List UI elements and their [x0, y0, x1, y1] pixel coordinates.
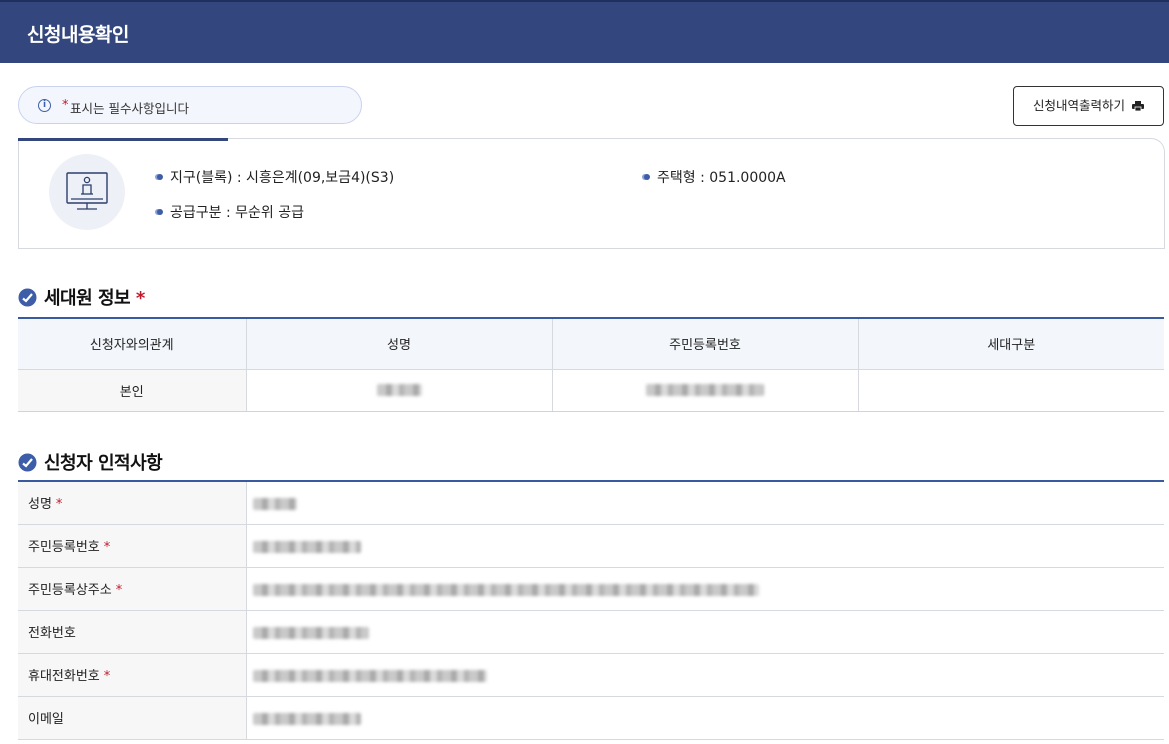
required-notice-text: 표시는 필수사항입니다	[70, 101, 189, 116]
table-row: 성명 *	[18, 481, 1164, 525]
table-row: 전화번호	[18, 610, 1164, 654]
col-name: 성명	[246, 318, 553, 370]
name-label: 성명 *	[18, 481, 247, 525]
phone-label: 전화번호	[18, 610, 247, 654]
mobile-label: 휴대전화번호 *	[18, 653, 247, 697]
table-row: 이메일	[18, 696, 1164, 740]
kiosk-person-icon	[66, 172, 108, 210]
bullet-icon	[157, 174, 163, 180]
printer-icon	[1132, 101, 1144, 111]
rrn-value-redacted	[246, 524, 1164, 568]
rrn-label: 주민등록번호 *	[18, 524, 247, 568]
name-value-redacted	[246, 481, 1164, 525]
bullet-icon	[157, 209, 163, 215]
household-header-row: 신청자와의관계 성명 주민등록번호 세대구분	[18, 318, 1164, 370]
email-value-redacted	[246, 696, 1164, 740]
household-title-text: 세대원 정보	[44, 288, 131, 309]
housing-type-field: 주택형 : 051.0000A	[644, 167, 786, 187]
mobile-value-redacted	[246, 653, 1164, 697]
rrn-cell-redacted	[552, 369, 859, 412]
applicant-avatar	[49, 154, 125, 230]
col-household-type: 세대구분	[858, 318, 1164, 370]
housing-type-value: 주택형 : 051.0000A	[657, 170, 786, 186]
household-type-cell	[858, 369, 1164, 412]
table-row: 주민등록번호 *	[18, 524, 1164, 568]
print-application-button[interactable]: 신청내역출력하기	[1013, 86, 1164, 126]
phone-value-redacted	[246, 610, 1164, 654]
col-rrn: 주민등록번호	[552, 318, 859, 370]
relation-cell: 본인	[18, 369, 247, 412]
section-check-icon	[18, 288, 37, 307]
district-value: 지구(블록) : 시흥은계(09,보금4)(S3)	[170, 170, 395, 186]
summary-accent-bar	[18, 138, 228, 141]
supply-type-field: 공급구분 : 무순위 공급	[157, 202, 304, 222]
address-value-redacted	[246, 567, 1164, 611]
district-field: 지구(블록) : 시흥은계(09,보금4)(S3)	[157, 167, 394, 187]
applicant-table: 성명 * 주민등록번호 * 주민등록상주소 * 전화번호 휴대전화번호 * 이메일	[18, 480, 1164, 740]
page-title: 신청내용확인	[27, 24, 129, 46]
email-label: 이메일	[18, 696, 247, 740]
application-summary: 지구(블록) : 시흥은계(09,보금4)(S3) 주택형 : 051.0000…	[18, 138, 1165, 249]
table-row: 휴대전화번호 *	[18, 653, 1164, 697]
table-row: 주민등록상주소 *	[18, 567, 1164, 611]
required-notice: i * 표시는 필수사항입니다	[18, 86, 362, 124]
household-table: 신청자와의관계 성명 주민등록번호 세대구분 본인	[18, 317, 1164, 412]
bullet-icon	[644, 174, 650, 180]
applicant-section-title: 신청자 인적사항	[18, 449, 163, 475]
required-mark: *	[62, 98, 69, 113]
table-row: 본인	[18, 369, 1164, 412]
section-check-icon	[18, 453, 37, 472]
address-label: 주민등록상주소 *	[18, 567, 247, 611]
required-mark: *	[135, 288, 145, 309]
supply-type-value: 공급구분 : 무순위 공급	[170, 205, 304, 221]
print-button-label: 신청내역출력하기	[1033, 98, 1126, 113]
applicant-title-text: 신청자 인적사항	[44, 453, 163, 474]
info-icon: i	[38, 99, 51, 112]
col-relation: 신청자와의관계	[18, 318, 247, 370]
name-cell-redacted	[246, 369, 553, 412]
title-bar: 신청내용확인	[0, 0, 1169, 63]
household-section-title: 세대원 정보 *	[18, 284, 145, 310]
